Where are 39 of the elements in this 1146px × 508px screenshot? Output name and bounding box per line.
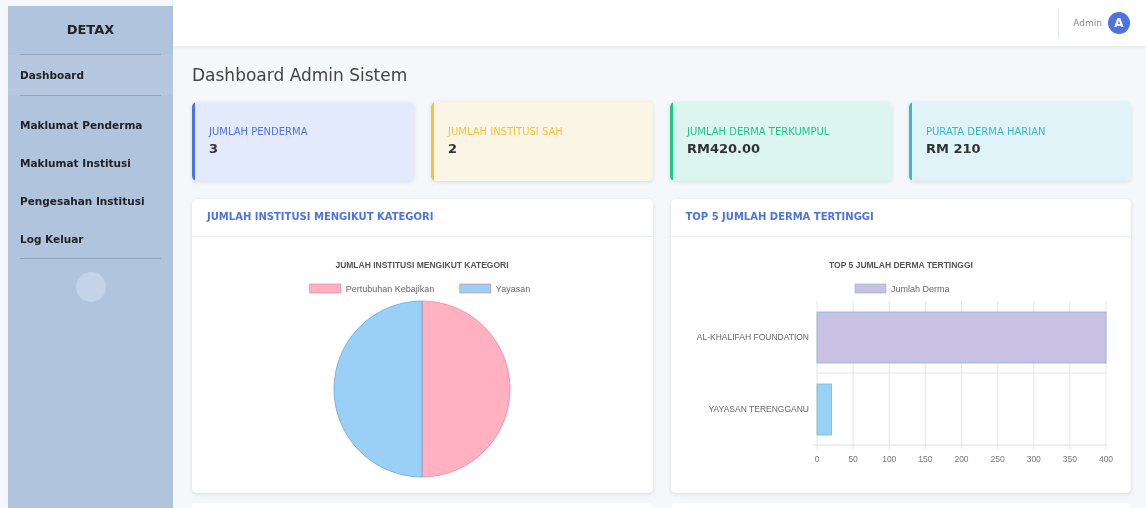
tick-label: 100 <box>881 454 896 464</box>
panel-title: TOP 5 JUMLAH DERMA TERTINGGI <box>670 199 1131 237</box>
stat-value: RM420.00 <box>687 141 762 156</box>
chart-title: TOP 5 JUMLAH DERMA TERTINGGI <box>828 260 973 270</box>
axis-label: YAYASAN TERENGGANU <box>708 404 809 414</box>
legend-item[interactable]: Pertubuhan Kebajikan <box>309 283 435 294</box>
tick-label: 300 <box>1026 454 1041 464</box>
tick-label: 150 <box>917 454 932 464</box>
legend-item[interactable]: Yayasan <box>459 283 531 294</box>
panel-title: JUMLAH INSTITUSI MENGIKUT KATEGORI <box>192 199 653 237</box>
tick-label: 0 <box>814 454 819 464</box>
tick-label: 350 <box>1062 454 1077 464</box>
page-title: Dashboard Admin Sistem <box>192 65 409 85</box>
user-avatar[interactable]: A <box>1108 12 1130 34</box>
legend-label: Yayasan <box>495 284 531 294</box>
sidebar-item[interactable]: Dashboard <box>8 55 173 95</box>
sidebar-item[interactable]: Maklumat Penderma <box>8 106 173 144</box>
tick-label: 200 <box>953 454 969 464</box>
bar <box>816 383 832 436</box>
stat-label: PURATA DERMA HARIAN <box>926 126 1047 137</box>
sidebar-item[interactable]: Pengesahan Institusi <box>8 182 173 220</box>
stat-value: 2 <box>448 141 459 156</box>
sidebar-item[interactable]: Maklumat Institusi <box>8 144 173 182</box>
stat-value: 3 <box>209 141 220 156</box>
tick-label: 400 <box>1098 454 1113 464</box>
chart-title: JUMLAH INSTITUSI MENGIKUT KATEGORI <box>335 260 509 270</box>
stat-label: JUMLAH INSTITUSI SAH <box>448 126 564 137</box>
axis-label: AL-KHALIFAH FOUNDATION <box>696 332 809 342</box>
brand-title: DETAX <box>65 21 116 39</box>
stat-value: RM 210 <box>926 141 982 156</box>
legend-label: Jumlah Derma <box>890 284 950 294</box>
tick-label: 250 <box>990 454 1005 464</box>
tick-label: 50 <box>847 454 858 464</box>
user-name[interactable]: Admin <box>1073 18 1102 28</box>
stat-label: JUMLAH PENDERMA <box>209 126 309 137</box>
legend-item[interactable]: Jumlah Derma <box>854 283 950 294</box>
legend-label: Pertubuhan Kebajikan <box>345 284 435 294</box>
sidebar-item[interactable]: Log Keluar <box>8 220 173 258</box>
stat-label: JUMLAH DERMA TERKUMPUL <box>687 126 831 137</box>
